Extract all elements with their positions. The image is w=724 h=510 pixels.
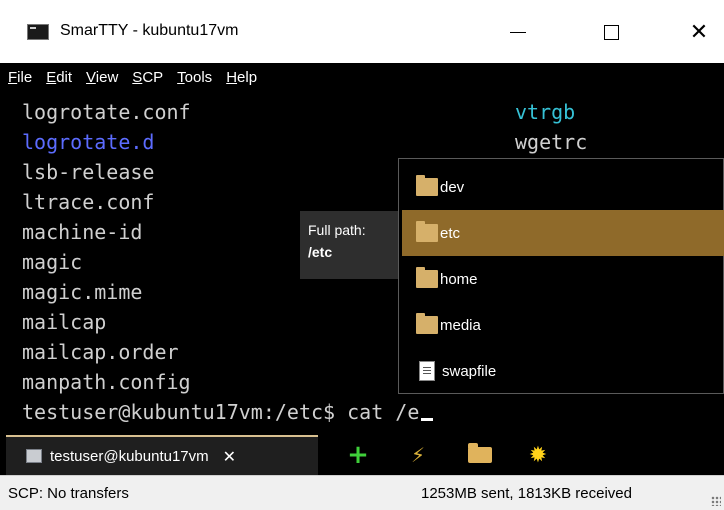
- full-path-tooltip: Full path: /etc: [300, 211, 398, 279]
- full-path-label: Full path:: [308, 222, 366, 238]
- terminal-line: magic: [22, 250, 83, 274]
- path-completion-popup: dev etc home media swapfile: [398, 158, 724, 394]
- folder-icon: [416, 221, 438, 242]
- menu-scp[interactable]: SCP: [132, 69, 163, 86]
- folder-icon: [416, 313, 438, 334]
- transfer-stats-text: 1253MB sent, 1813KB received: [421, 485, 632, 502]
- menu-edit[interactable]: Edit: [46, 69, 72, 86]
- completion-item-swapfile[interactable]: swapfile: [402, 348, 724, 394]
- file-browser-folder-icon[interactable]: [460, 435, 500, 475]
- terminal-line: logrotate.conf: [22, 100, 191, 124]
- new-session-plus-icon[interactable]: +: [338, 435, 378, 475]
- completion-item-media[interactable]: media: [402, 302, 724, 348]
- file-icon: [419, 361, 435, 381]
- menu-view[interactable]: View: [86, 69, 118, 86]
- text-cursor: [421, 418, 434, 421]
- quick-connect-lightning-icon[interactable]: ⚡: [398, 435, 438, 475]
- close-window-button[interactable]: ✕: [676, 12, 722, 52]
- terminal-prompt-line: testuser@kubuntu17vm:/etc$ cat /e: [22, 397, 434, 427]
- terminal-line: mailcap: [22, 310, 107, 334]
- terminal-line: lsb-release: [22, 160, 155, 184]
- session-tab[interactable]: testuser@kubuntu17vm ✕: [6, 435, 318, 475]
- tab-bar: testuser@kubuntu17vm ✕ + ⚡ ✹: [0, 435, 724, 475]
- status-bar: SCP: No transfers 1253MB sent, 1813KB re…: [0, 475, 724, 510]
- menu-help[interactable]: Help: [226, 69, 257, 86]
- terminal-line: logrotate.d: [22, 130, 155, 154]
- minimize-button[interactable]: [495, 12, 541, 52]
- prompt-text: testuser@kubuntu17vm:/etc$ cat /e: [22, 400, 420, 424]
- completion-item-etc[interactable]: etc: [402, 210, 724, 256]
- terminal-line: manpath.config: [22, 370, 191, 394]
- resize-grip-icon[interactable]: [711, 496, 721, 506]
- terminal-line: wgetrc: [515, 130, 588, 154]
- menu-file[interactable]: File: [8, 69, 32, 86]
- terminal-line: mailcap.order: [22, 340, 179, 364]
- completion-item-home[interactable]: home: [402, 256, 724, 302]
- session-tab-label: testuser@kubuntu17vm: [50, 447, 209, 465]
- terminal-tab-icon: [26, 449, 42, 463]
- menu-tools[interactable]: Tools: [177, 69, 212, 86]
- menu-bar: File Edit View SCP Tools Help: [0, 63, 724, 91]
- folder-icon: [416, 267, 438, 288]
- close-tab-icon[interactable]: ✕: [223, 447, 236, 466]
- maximize-button[interactable]: [588, 12, 634, 52]
- app-terminal-icon[interactable]: [27, 24, 49, 40]
- window-title: SmarTTY - kubuntu17vm: [60, 22, 239, 39]
- folder-icon: [416, 175, 438, 196]
- settings-sun-icon[interactable]: ✹: [518, 435, 558, 475]
- terminal-line: ltrace.conf: [22, 190, 155, 214]
- terminal-line: magic.mime: [22, 280, 143, 304]
- scp-status-text: SCP: No transfers: [8, 485, 129, 502]
- completion-item-dev[interactable]: dev: [402, 164, 724, 210]
- title-bar: SmarTTY - kubuntu17vm ✕: [0, 0, 724, 63]
- terminal-line: vtrgb: [515, 100, 576, 124]
- full-path-value: /etc: [308, 244, 333, 260]
- terminal-line: machine-id: [22, 220, 143, 244]
